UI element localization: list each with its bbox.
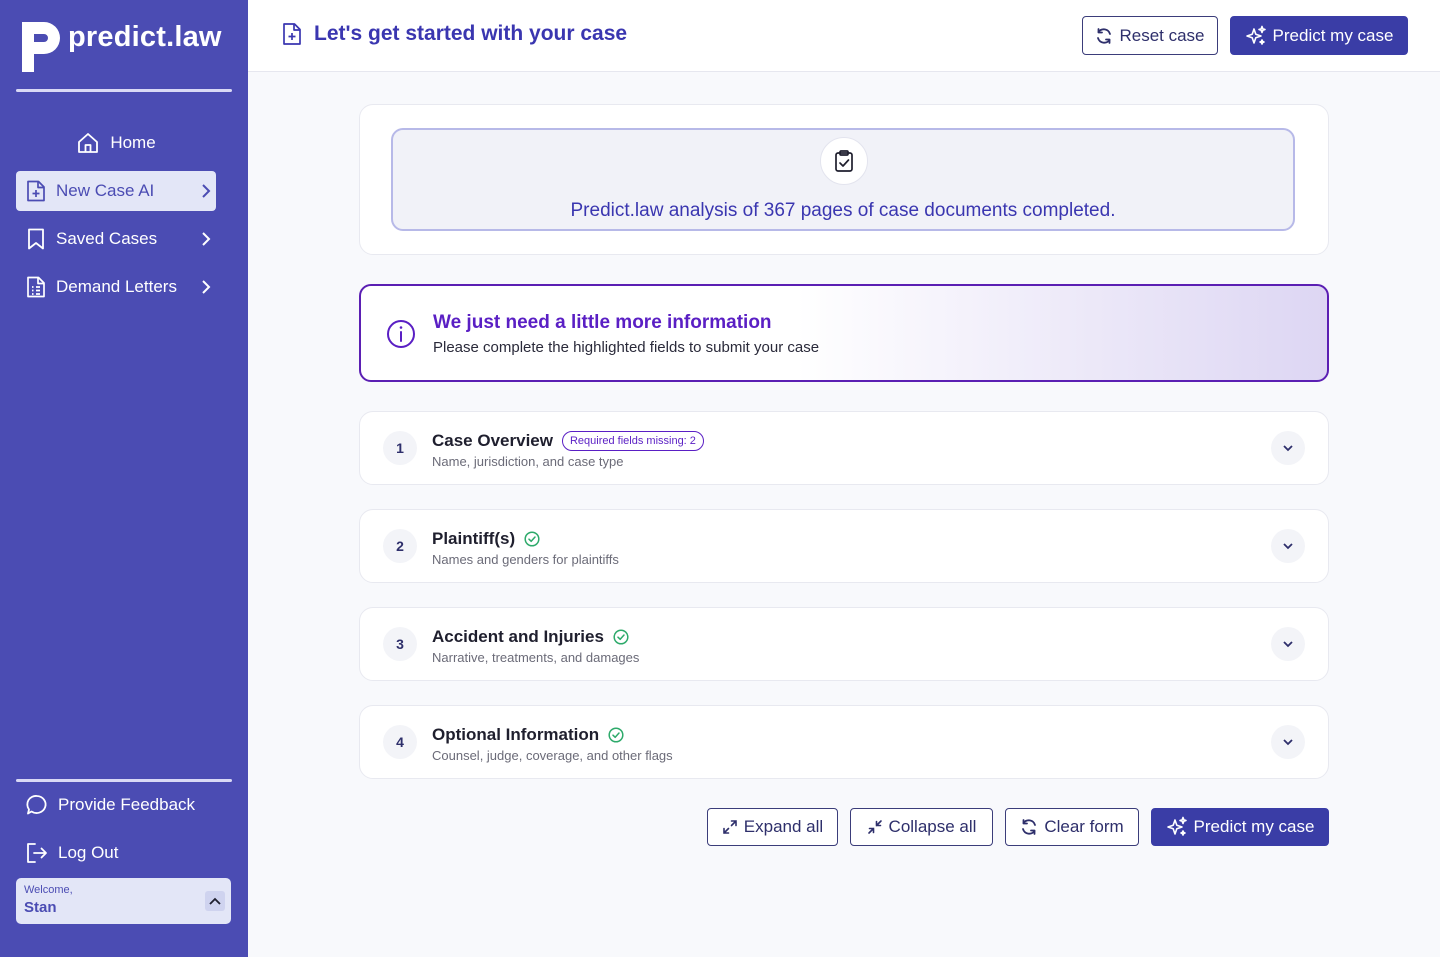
predict-my-case-label: Predict my case — [1193, 817, 1315, 836]
section-number: 4 — [383, 725, 417, 759]
section-title-text: Optional Information — [432, 725, 600, 744]
section-subtitle: Narrative, treatments, and damages — [432, 650, 640, 665]
clear-form-button[interactable]: Clear form — [1005, 808, 1139, 846]
logo-p-icon — [22, 22, 60, 72]
top-header: Let's get started with your case Reset c… — [248, 0, 1440, 72]
clipboard-badge — [820, 137, 868, 185]
reset-case-button[interactable]: Reset case — [1082, 16, 1218, 55]
predict-my-case-button[interactable]: Predict my case — [1151, 808, 1329, 846]
section-subtitle: Counsel, judge, coverage, and other flag… — [432, 748, 673, 763]
collapse-all-button[interactable]: Collapse all — [850, 808, 993, 846]
reset-case-label: Reset case — [1119, 25, 1205, 45]
section-number: 1 — [383, 431, 417, 465]
chevron-down-icon — [1283, 641, 1293, 648]
chevron-right-icon — [202, 184, 211, 198]
user-name: Stan — [24, 899, 57, 916]
logout-label: Log Out — [58, 843, 119, 862]
section-accident-and-injuries[interactable]: 3 Accident and Injuries Narrative, treat… — [359, 607, 1329, 681]
app-logo[interactable]: predict.law — [20, 20, 222, 74]
section-expand-button[interactable] — [1271, 627, 1305, 661]
analysis-card: Predict.law analysis of 367 pages of cas… — [359, 104, 1329, 255]
section-number: 2 — [383, 529, 417, 563]
chevron-up-icon — [209, 897, 221, 905]
predict-my-case-header-button[interactable]: Predict my case — [1230, 16, 1408, 55]
clear-form-label: Clear form — [1044, 817, 1124, 836]
page-title-text: Let's get started with your case — [314, 22, 628, 45]
provide-feedback-button[interactable]: Provide Feedback — [16, 785, 216, 825]
expand-all-button[interactable]: Expand all — [707, 808, 838, 846]
refresh-icon — [1022, 819, 1037, 835]
section-title-text: Plaintiff(s) — [432, 529, 516, 548]
section-expand-button[interactable] — [1271, 431, 1305, 465]
sidebar-divider — [16, 89, 232, 92]
sidebar-item-label: New Case AI — [56, 181, 155, 200]
section-title: Case Overview Required fields missing: 2 — [432, 431, 704, 451]
section-optional-information[interactable]: 4 Optional Information Counsel, judge, c… — [359, 705, 1329, 779]
collapse-icon — [867, 820, 882, 834]
section-case-overview[interactable]: 1 Case Overview Required fields missing:… — [359, 411, 1329, 485]
section-expand-button[interactable] — [1271, 529, 1305, 563]
section-expand-button[interactable] — [1271, 725, 1305, 759]
refresh-icon — [1097, 27, 1112, 44]
section-title-text: Case Overview — [432, 431, 553, 450]
sparkle-icon — [1166, 816, 1187, 836]
info-icon — [387, 320, 415, 348]
check-circle-icon — [524, 531, 540, 547]
section-title: Optional Information — [432, 725, 624, 745]
expand-icon — [722, 820, 737, 834]
welcome-label: Welcome, — [24, 884, 73, 896]
check-circle-icon — [613, 629, 629, 645]
sidebar: predict.law Home New Case AI Saved Cases… — [0, 0, 248, 957]
bookmark-icon — [28, 228, 44, 250]
chat-bubble-icon — [26, 795, 47, 815]
section-number: 3 — [383, 627, 417, 661]
sidebar-item-demand-letters[interactable]: Demand Letters — [16, 267, 216, 307]
home-icon — [78, 133, 99, 153]
file-plus-icon — [27, 180, 45, 202]
more-info-banner: We just need a little more information P… — [359, 284, 1329, 382]
chevron-right-icon — [202, 232, 211, 246]
section-title-text: Accident and Injuries — [432, 627, 604, 646]
section-title: Accident and Injuries — [432, 627, 629, 647]
sidebar-footer-divider — [16, 779, 232, 782]
logout-button[interactable]: Log Out — [16, 833, 216, 873]
user-menu-toggle[interactable] — [205, 891, 225, 911]
section-title: Plaintiff(s) — [432, 529, 540, 549]
predict-my-case-label: Predict my case — [1272, 25, 1394, 45]
sidebar-item-label: Demand Letters — [56, 277, 177, 296]
chevron-right-icon — [202, 280, 211, 294]
expand-all-label: Expand all — [743, 817, 824, 836]
check-circle-icon — [608, 727, 624, 743]
sidebar-item-home[interactable]: Home — [16, 123, 216, 163]
section-subtitle: Name, jurisdiction, and case type — [432, 454, 624, 469]
section-plaintiffs[interactable]: 2 Plaintiff(s) Names and genders for pla… — [359, 509, 1329, 583]
info-subtitle: Please complete the highlighted fields t… — [433, 339, 820, 356]
document-list-icon — [27, 276, 45, 298]
page-title: Let's get started with your case — [282, 22, 627, 46]
clipboard-check-icon — [835, 150, 853, 172]
sidebar-item-saved-cases[interactable]: Saved Cases — [16, 219, 216, 259]
sidebar-item-label: Home — [110, 133, 156, 152]
chevron-down-icon — [1283, 543, 1293, 550]
chevron-down-icon — [1283, 445, 1293, 452]
provide-feedback-label: Provide Feedback — [58, 795, 196, 814]
info-title: We just need a little more information — [433, 312, 772, 333]
sidebar-item-label: Saved Cases — [56, 229, 158, 248]
file-plus-icon — [283, 23, 301, 45]
user-card[interactable]: Welcome, Stan — [16, 878, 231, 924]
required-fields-badge: Required fields missing: 2 — [561, 431, 704, 451]
sparkle-icon — [1245, 25, 1266, 45]
analysis-status-box: Predict.law analysis of 367 pages of cas… — [391, 128, 1295, 231]
collapse-all-label: Collapse all — [888, 817, 977, 836]
sidebar-item-new-case-ai[interactable]: New Case AI — [16, 171, 216, 211]
section-subtitle: Names and genders for plaintiffs — [432, 552, 619, 567]
app-name: predict.law — [68, 20, 222, 53]
chevron-down-icon — [1283, 739, 1293, 746]
analysis-message: Predict.law analysis of 367 pages of cas… — [570, 200, 1116, 221]
logout-icon — [27, 843, 47, 863]
